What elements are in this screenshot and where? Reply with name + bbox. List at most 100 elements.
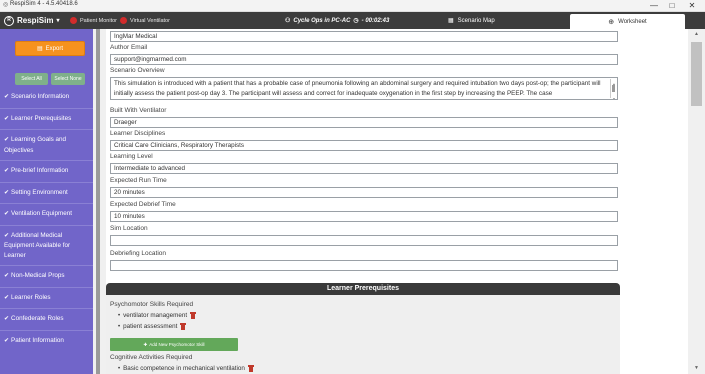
- expected-debrief-time-field[interactable]: 10 minutes: [110, 211, 618, 222]
- trash-icon[interactable]: [180, 323, 187, 330]
- add-psychomotor-skill-button[interactable]: ✚ Add New Psychomotor Skill: [110, 338, 238, 351]
- worksheet-icon: ⊕: [608, 18, 615, 26]
- psychomotor-skill-text: patient assessment: [123, 323, 178, 330]
- app-icon: ◎: [3, 2, 9, 8]
- check-icon: ✔: [4, 211, 10, 217]
- check-icon: ✔: [4, 294, 10, 301]
- learner-disciplines-label: Learner Disciplines: [110, 130, 166, 137]
- nav-virtual-ventilator-label: Virtual Ventilator: [130, 17, 170, 24]
- scroll-down-icon[interactable]: ▼: [611, 94, 617, 99]
- author-email-field[interactable]: support@ingmarmed.com: [110, 54, 618, 65]
- sidebar-scrollbar-thumb[interactable]: [96, 29, 100, 374]
- sidebar-item-non-medical-props[interactable]: ✔ Non-Medical Props: [0, 271, 93, 282]
- select-all-button[interactable]: Select All: [15, 73, 48, 85]
- check-icon: ✔: [4, 94, 10, 100]
- check-icon: ✔: [4, 168, 10, 174]
- plus-icon: ✚: [143, 341, 148, 347]
- sidebar-item-patient-information[interactable]: ✔ Patient Information: [0, 336, 93, 347]
- export-button[interactable]: ▤ Export: [15, 41, 85, 56]
- check-icon: ✔: [4, 273, 10, 279]
- nav-virtual-ventilator[interactable]: Virtual Ventilator: [120, 14, 170, 27]
- textarea-scrollbar-thumb[interactable]: [612, 85, 615, 92]
- respisim-logo-icon: R: [4, 15, 14, 26]
- built-with-ventilator-field[interactable]: Draeger: [110, 117, 618, 128]
- sidebar-item-ventilation-equipment[interactable]: ✔ Ventilation Equipment: [0, 209, 93, 220]
- sidebar-item-label: Pre-brief Information: [11, 167, 69, 174]
- sidebar-item-additional-equipment[interactable]: ✔ Additional Medical Equipment Available …: [0, 231, 93, 261]
- sidebar-item-label: Additional Medical Equipment Available f…: [4, 231, 71, 259]
- nav-patient-monitor-label: Patient Monitor: [80, 17, 117, 24]
- sidebar-item-label: Patient Information: [11, 336, 64, 344]
- sidebar-item-scenario-information[interactable]: ✔ Scenario Information: [0, 92, 93, 103]
- sidebar-item-label: Setting Environment: [11, 188, 68, 196]
- check-icon: ✔: [4, 337, 10, 344]
- sim-location-label: Sim Location: [110, 225, 148, 232]
- sidebar-item-pre-brief[interactable]: ✔ Pre-brief Information: [0, 166, 93, 177]
- main-scrollbar[interactable]: ▲ ▼: [688, 29, 705, 374]
- tab-scenario-map-label: Scenario Map: [457, 17, 495, 24]
- tab-worksheet[interactable]: ⊕ Worksheet: [570, 14, 685, 29]
- expected-run-time-label: Expected Run Time: [110, 177, 167, 184]
- sim-location-field[interactable]: [110, 235, 618, 246]
- debriefing-location-label: Debriefing Location: [110, 250, 167, 257]
- maximize-button[interactable]: □: [663, 0, 681, 12]
- sidebar-splitter[interactable]: [93, 29, 106, 374]
- author-name-field[interactable]: IngMar Medical: [110, 31, 618, 42]
- minimize-button[interactable]: —: [645, 0, 663, 12]
- lungs-icon: ⚇: [285, 18, 291, 24]
- patient-monitor-icon: [70, 17, 77, 24]
- sidebar-item-setting-environment[interactable]: ✔ Setting Environment: [0, 188, 93, 199]
- expected-run-time-field[interactable]: 20 minutes: [110, 187, 618, 198]
- bullet-icon: •: [118, 323, 121, 330]
- scroll-down-icon[interactable]: ▼: [688, 365, 705, 371]
- sidebar-section-list: ✔ Scenario Information ✔ Learner Prerequis…: [0, 92, 93, 346]
- nav-patient-monitor[interactable]: Patient Monitor: [70, 14, 117, 27]
- brand-menu[interactable]: R RespiSim ▾: [4, 14, 59, 27]
- divider: [0, 308, 93, 309]
- trash-icon[interactable]: [190, 312, 197, 319]
- cycle-status: ⚇ Cycle Ops in PC-AC ◷ - 00:02:43: [285, 14, 389, 27]
- divider: [0, 107, 93, 109]
- sidebar: ▤ Export Select All Select None ✔ Scenari…: [0, 29, 93, 374]
- learning-level-field[interactable]: Intermediate to advanced: [110, 163, 618, 174]
- sidebar-item-learner-prerequisites[interactable]: ✔ Learner Prerequisites: [0, 114, 93, 125]
- check-icon: ✔: [4, 137, 10, 143]
- check-icon: ✔: [4, 115, 10, 122]
- check-icon: ✔: [4, 232, 10, 239]
- divider: [0, 160, 93, 161]
- cycle-time: - 00:02:43: [361, 17, 390, 24]
- check-icon: ✔: [4, 316, 10, 322]
- tab-scenario-map[interactable]: ▦ Scenario Map: [448, 14, 495, 27]
- cognitive-activity-text: Basic competence in mechanical ventilati…: [123, 365, 245, 372]
- sidebar-item-confederate-roles[interactable]: ✔ Confederate Roles: [0, 314, 93, 325]
- sidebar-item-label: Learner Roles: [11, 293, 51, 301]
- cognitive-activities-label: Cognitive Activities Required: [110, 354, 193, 361]
- psychomotor-skills-label: Psychomotor Skills Required: [110, 301, 194, 308]
- scenario-overview-textarea[interactable]: This simulation is introduced with a pat…: [110, 77, 618, 100]
- export-icon: ▤: [36, 46, 43, 52]
- select-none-button[interactable]: Select None: [51, 73, 85, 85]
- divider: [0, 224, 93, 226]
- chevron-down-icon: ▾: [56, 18, 60, 24]
- close-button[interactable]: ✕: [683, 0, 701, 12]
- clock-icon: ◷: [353, 18, 359, 24]
- cycle-mode-label: Cycle Ops in PC-AC: [293, 17, 351, 24]
- textarea-scrollbar[interactable]: ▲ ▼: [610, 79, 617, 99]
- sidebar-item-learner-roles[interactable]: ✔ Learner Roles: [0, 293, 93, 304]
- divider: [0, 286, 93, 288]
- bullet-icon: •: [118, 312, 121, 319]
- sidebar-item-label: Confederate Roles: [11, 315, 64, 322]
- sidebar-item-label: Learner Prerequisites: [11, 114, 72, 122]
- main-scrollbar-thumb[interactable]: [691, 42, 702, 106]
- psychomotor-skill-text: ventilator management: [123, 312, 188, 319]
- learner-disciplines-field[interactable]: Critical Care Clinicians, Respiratory Th…: [110, 140, 618, 151]
- debriefing-location-field[interactable]: [110, 260, 618, 271]
- sidebar-item-learning-goals[interactable]: ✔ Learning Goals and Objectives: [0, 135, 93, 155]
- brand-label: RespiSim: [17, 16, 54, 25]
- trash-icon[interactable]: [247, 365, 254, 372]
- sidebar-item-label: Non-Medical Props: [11, 272, 65, 279]
- learning-level-label: Learning Level: [110, 153, 153, 160]
- divider: [0, 129, 93, 130]
- list-item: • ventilator management: [118, 312, 197, 319]
- scroll-up-icon[interactable]: ▲: [688, 31, 705, 37]
